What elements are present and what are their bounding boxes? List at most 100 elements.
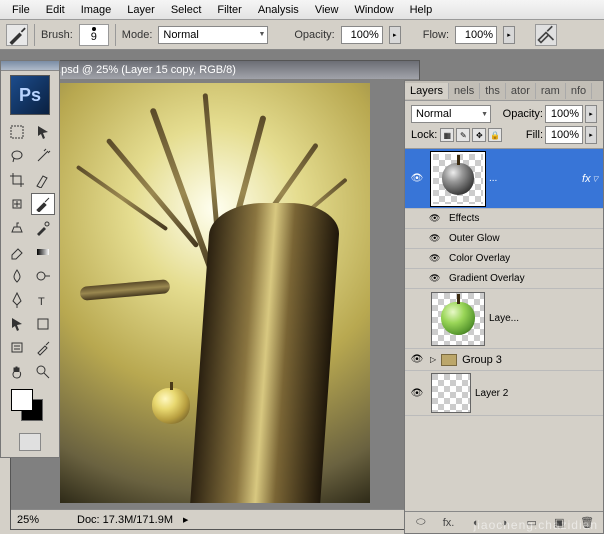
document-titlebar[interactable]: Ps _tree.psd @ 25% (Layer 15 copy, RGB/8… [11,61,419,79]
layer-thumbnail[interactable] [431,292,485,346]
brush-tool-icon[interactable] [6,24,28,46]
link-layers-button[interactable]: ⬭ [412,515,430,531]
tab-histogram[interactable]: ram [536,83,566,99]
fx-badge[interactable]: fx▽ [579,173,601,185]
zoom-tool[interactable] [31,361,55,383]
fill-input[interactable]: 100% [545,126,583,144]
effect-outer-glow[interactable]: 👁 Outer Glow [405,229,603,249]
lock-all-icon[interactable]: 🔒 [488,128,502,142]
tab-channels[interactable]: nels [449,83,480,99]
zoom-level[interactable]: 25% [17,514,67,526]
tab-info[interactable]: nfo [566,83,592,99]
lasso-tool[interactable] [5,145,29,167]
layer-name[interactable]: Layer 2 [475,388,601,399]
lock-transparency-icon[interactable]: ▦ [440,128,454,142]
opacity-arrow[interactable]: ▸ [389,26,401,44]
visibility-toggle[interactable]: 👁 [407,388,427,399]
menu-file[interactable]: File [4,2,38,18]
layer-thumbnail[interactable] [431,152,485,206]
brush-preset-picker[interactable]: 9 [79,24,109,46]
shape-tool[interactable] [31,313,55,335]
menu-layer[interactable]: Layer [119,2,163,18]
layer-row-layer2[interactable]: 👁 Layer 2 [405,371,603,416]
delete-layer-button[interactable]: 🗑 [578,515,596,531]
status-menu-arrow[interactable]: ▶ [183,516,188,524]
menu-help[interactable]: Help [402,2,441,18]
lock-pixels-icon[interactable]: ✎ [456,128,470,142]
visibility-toggle[interactable]: 👁 [429,273,443,284]
visibility-toggle[interactable]: 👁 [409,354,425,365]
new-layer-button[interactable]: ▣ [550,515,568,531]
type-tool[interactable]: T [31,289,55,311]
marquee-tool[interactable] [5,121,29,143]
visibility-toggle[interactable]: 👁 [429,253,443,264]
artwork-branch [80,279,171,301]
tab-layers[interactable]: Layers [405,83,449,99]
effect-color-overlay[interactable]: 👁 Color Overlay [405,249,603,269]
pen-tool[interactable] [5,289,29,311]
standard-mode-button[interactable] [19,433,41,451]
slice-tool[interactable] [31,169,55,191]
layer-blend-mode[interactable]: Normal [411,105,491,123]
menu-view[interactable]: View [307,2,347,18]
layer-row-green-apple[interactable]: Laye... [405,289,603,349]
group-disclosure-triangle[interactable]: ▷ [430,355,436,364]
effects-header[interactable]: 👁 Effects [405,209,603,229]
brush-tool[interactable] [31,193,55,215]
flow-input[interactable]: 100% [455,26,497,44]
eraser-tool[interactable] [5,241,29,263]
layer-name[interactable]: Laye... [489,313,601,324]
menu-image[interactable]: Image [73,2,120,18]
menu-window[interactable]: Window [346,2,401,18]
menu-edit[interactable]: Edit [38,2,73,18]
layer-mask-button[interactable]: ◐ [467,515,485,531]
canvas[interactable] [60,83,370,503]
flow-arrow[interactable]: ▸ [503,26,515,44]
menu-select[interactable]: Select [163,2,210,18]
doc-size-info[interactable]: Doc: 17.3M/171.9M [77,514,173,526]
gradient-tool[interactable] [31,241,55,263]
visibility-toggle[interactable]: 👁 [407,173,427,184]
layer-thumbnail[interactable] [431,373,471,413]
crop-tool[interactable] [5,169,29,191]
menu-filter[interactable]: Filter [209,2,249,18]
layer-opacity-arrow[interactable]: ▸ [585,105,597,123]
opacity-input[interactable]: 100% [341,26,383,44]
visibility-toggle[interactable]: 👁 [429,233,443,244]
layer-group-row[interactable]: 👁 ▷ Group 3 [405,349,603,371]
foreground-swatch[interactable] [11,389,33,411]
menu-analysis[interactable]: Analysis [250,2,307,18]
layers-list[interactable]: 👁 ... fx▽ 👁 Effects 👁 Outer Glow 👁 Color… [405,149,603,511]
layer-name[interactable]: ... [489,173,575,184]
hand-tool[interactable] [5,361,29,383]
layer-opacity-input[interactable]: 100% [545,105,583,123]
layer-row-selected[interactable]: 👁 ... fx▽ [405,149,603,209]
toolbox-handle[interactable] [1,61,59,71]
move-tool[interactable] [31,121,55,143]
path-selection-tool[interactable] [5,313,29,335]
dodge-tool[interactable] [31,265,55,287]
tab-navigator[interactable]: ator [506,83,536,99]
fill-arrow[interactable]: ▸ [585,126,597,144]
layer-style-button[interactable]: fx. [440,515,458,531]
blur-tool[interactable] [5,265,29,287]
adjustment-layer-button[interactable]: ◑ [495,515,513,531]
eyedropper-tool[interactable] [31,337,55,359]
color-swatches[interactable] [5,389,55,429]
group-name[interactable]: Group 3 [462,354,502,366]
visibility-toggle[interactable]: 👁 [429,213,443,224]
clone-stamp-tool[interactable] [5,217,29,239]
effect-gradient-overlay[interactable]: 👁 Gradient Overlay [405,269,603,289]
history-brush-tool[interactable] [31,217,55,239]
magic-wand-tool[interactable] [31,145,55,167]
notes-tool[interactable] [5,337,29,359]
blend-mode-select[interactable]: Normal [158,26,268,44]
layers-panel-buttons: ⬭ fx. ◐ ◑ ▭ ▣ 🗑 [405,511,603,533]
tab-paths[interactable]: ths [480,83,506,99]
brush-size: 9 [91,31,97,43]
layer-group-button[interactable]: ▭ [523,515,541,531]
canvas-area[interactable] [11,79,419,509]
healing-brush-tool[interactable] [5,193,29,215]
lock-position-icon[interactable]: ✥ [472,128,486,142]
airbrush-toggle[interactable] [535,24,557,46]
